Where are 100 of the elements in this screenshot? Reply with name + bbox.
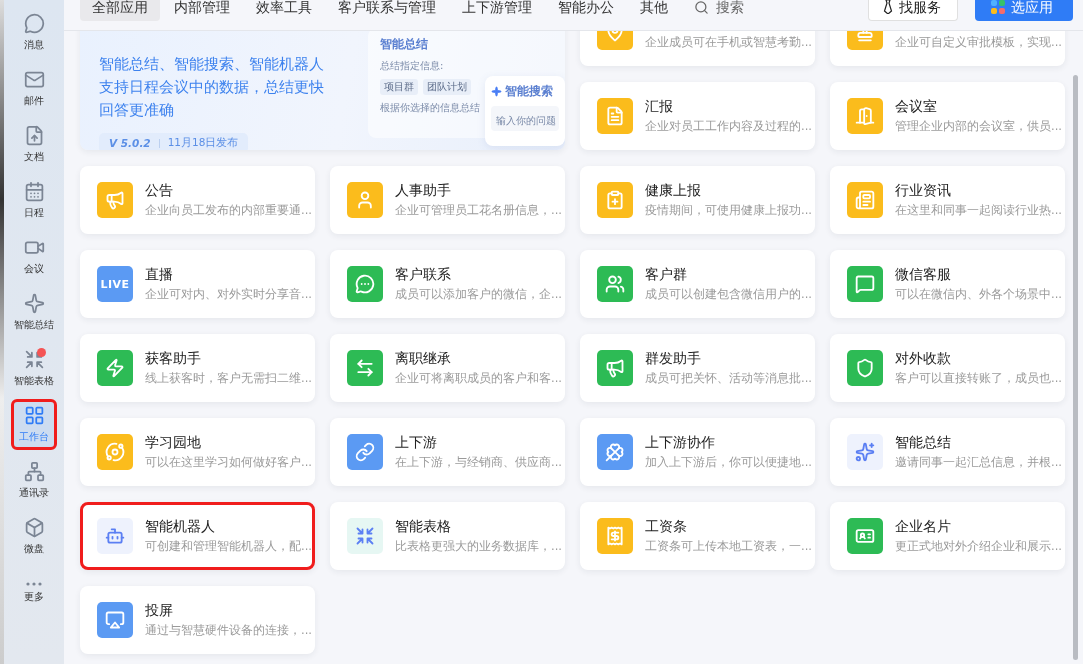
sparkle-icon	[23, 293, 45, 314]
chat-bubble-icon	[23, 13, 45, 34]
app-description: 可以在微信内、外各个场景中...	[895, 287, 1059, 302]
sidebar-item[interactable]: 智能表格	[11, 343, 57, 394]
promo-banner[interactable]: 智能总结、智能搜索、智能机器人 支持日程会议中的数据，总结更快 回答更准确 V 5.0.2 11月18日发布 智能总结 总结指定信息: 项目群 团队计划 根据你选择的信息总结 智能搜索 输入你的问题	[80, 31, 565, 150]
mock-title: 智能总结	[380, 36, 429, 53]
app-description: 在上下游，与经销商、供应商...	[395, 455, 559, 470]
banner-text: 智能总结、智能搜索、智能机器人	[99, 55, 325, 74]
app-card[interactable]: 上下游协作 加入上下游后，你可以便捷地...	[580, 418, 815, 486]
release-date: 11月18日发布	[167, 136, 239, 150]
app-description: 更正式地对外介绍企业和展示...	[895, 539, 1059, 554]
app-description: 在这里和同事一起阅读行业热...	[895, 203, 1059, 218]
app-description: 成员可把关怀、活动等消息批...	[645, 371, 809, 386]
category-tab[interactable]: 全部应用	[80, 0, 160, 21]
category-tab[interactable]: 内部管理	[162, 0, 242, 21]
category-tab[interactable]: 其他	[628, 0, 680, 21]
app-description: 企业可将离职成员的客户和客...	[395, 371, 559, 386]
app-card[interactable]: 汇报 企业对员工工作内容及过程的...	[580, 82, 815, 150]
app-card[interactable]: 客户群 成员可以创建包含微信用户的...	[580, 250, 815, 318]
app-card[interactable]: 获客助手 线上获客时，客户无需扫二维...	[80, 334, 315, 402]
app-card[interactable]: 微信客服 可以在微信内、外各个场景中...	[830, 250, 1065, 318]
app-card[interactable]: 客户联系 成员可以添加客户的微信，企...	[330, 250, 565, 318]
org-chart-icon	[23, 461, 45, 482]
app-description: 邀请同事一起汇总信息，并根...	[895, 455, 1059, 470]
sidebar-item[interactable]: 更多	[11, 567, 57, 618]
category-tab[interactable]: 智能办公	[546, 0, 626, 21]
app-description: 管理企业内部的会议室，供员...	[895, 119, 1059, 134]
app-description: 成员可以添加客户的微信，企...	[395, 287, 559, 302]
app-card[interactable]: 会议室 管理企业内部的会议室，供员...	[830, 82, 1065, 150]
app-description: 通过与智慧硬件设备的连接，...	[145, 623, 309, 638]
app-card[interactable]: 投屏 通过与智慧硬件设备的连接，...	[80, 586, 315, 654]
app-card[interactable]: 智能表格 比表格更强大的业务数据库，...	[330, 502, 565, 570]
app-name: 上下游协作	[645, 434, 716, 452]
sidebar-item[interactable]: 智能总结	[11, 287, 57, 338]
app-description: 企业成员可在手机或智慧考勤...	[645, 34, 809, 50]
app-name: 健康上报	[645, 182, 702, 200]
app-description: 企业可对内、对外实时分享音...	[145, 287, 309, 302]
app-card[interactable]: 上下游 在上下游，与经销商、供应商...	[330, 418, 565, 486]
app-description: 可创建和管理智能机器人，配...	[145, 539, 309, 554]
app-name: 获客助手	[145, 350, 202, 368]
app-card[interactable]: 对外收款 客户可以直接转账了，成员也...	[830, 334, 1065, 402]
app-name: 对外收款	[895, 350, 952, 368]
app-description: 企业向员工发布的内部重要通...	[145, 203, 309, 218]
app-card[interactable]: 群发助手 成员可把关怀、活动等消息批...	[580, 334, 815, 402]
sidebar-item[interactable]: 消息	[11, 7, 57, 58]
category-tab[interactable]: 客户联系与管理	[326, 0, 448, 21]
version-text: V 5.0.2	[109, 137, 151, 149]
app-name: 工资条	[645, 518, 688, 536]
app-card[interactable]: 工资条 工资条可上传本地工资表，一...	[580, 502, 815, 570]
app-card[interactable]: 离职继承 企业可将离职成员的客户和客...	[330, 334, 565, 402]
app-name: 企业名片	[895, 518, 952, 536]
mock-text: 总结指定信息:	[380, 59, 445, 73]
app-description: 可以在这里学习如何做好客户...	[145, 455, 309, 470]
app-name: 上下游	[395, 434, 438, 452]
app-description: 疫情期间，可使用健康上报功...	[645, 203, 809, 218]
category-tab[interactable]: 上下游管理	[450, 0, 544, 21]
app-card[interactable]: 行业资讯 在这里和同事一起阅读行业热...	[830, 166, 1065, 234]
app-name: 人事助手	[395, 182, 452, 200]
app-name: 投屏	[145, 602, 174, 620]
app-description: 成员可以创建包含微信用户的...	[645, 287, 809, 302]
more-icon	[26, 581, 42, 586]
grid-icon	[23, 405, 45, 426]
app-description: 企业对员工工作内容及过程的...	[645, 119, 809, 134]
sparkle-icon	[491, 86, 502, 97]
calendar-icon	[23, 181, 45, 202]
choose-apps-button[interactable]: 选应用	[975, 0, 1073, 21]
app-card[interactable]: 智能机器人 可创建和管理智能机器人，配...	[80, 502, 315, 570]
app-card[interactable]: 公告 企业向员工发布的内部重要通...	[80, 166, 315, 234]
sidebar-item[interactable]: 微盘	[11, 511, 57, 562]
app-name: 直播	[145, 266, 174, 284]
app-description: 客户可以直接转账了，成员也...	[895, 371, 1059, 386]
app-name: 智能总结	[895, 434, 952, 452]
app-name: 行业资讯	[895, 182, 952, 200]
search-field[interactable]: 搜索	[716, 0, 776, 14]
app-name: 智能表格	[395, 518, 452, 536]
app-card[interactable]: 学习园地 可以在这里学习如何做好客户...	[80, 418, 315, 486]
app-card[interactable]: LIVE 直播 企业可对内、对外实时分享音...	[80, 250, 315, 318]
app-card[interactable]: 企业名片 更正式地对外介绍企业和展示...	[830, 502, 1065, 570]
app-name: 客户联系	[395, 266, 452, 284]
sidebar-item[interactable]: 邮件	[11, 63, 57, 114]
sidebar-item[interactable]: 文档	[11, 119, 57, 170]
sidebar-item[interactable]: 日程	[11, 175, 57, 226]
mock-title: 智能搜索	[505, 83, 553, 100]
category-tab[interactable]: 效率工具	[244, 0, 324, 21]
app-card[interactable]: 人事助手 企业可管理员工花名册信息，...	[330, 166, 565, 234]
app-name: 会议室	[895, 98, 938, 116]
app-name: 学习园地	[145, 434, 202, 452]
service-button[interactable]: 找服务	[868, 0, 958, 21]
app-name: 离职继承	[395, 350, 452, 368]
app-card[interactable]: 健康上报 疫情期间，可使用健康上报功...	[580, 166, 815, 234]
app-name: 群发助手	[645, 350, 702, 368]
search-icon	[694, 0, 709, 15]
sidebar-item[interactable]: 会议	[11, 231, 57, 282]
app-card[interactable]: 智能总结 邀请同事一起汇总信息，并根...	[830, 418, 1065, 486]
app-description: 比表格更强大的业务数据库，...	[395, 539, 559, 554]
app-name: 微信客服	[895, 266, 952, 284]
app-name: 汇报	[645, 98, 674, 116]
sidebar-item[interactable]: 通讯录	[11, 455, 57, 506]
app-description: 线上获客时，客户无需扫二维...	[145, 371, 309, 386]
mock-input: 输入你的问题	[491, 106, 559, 131]
